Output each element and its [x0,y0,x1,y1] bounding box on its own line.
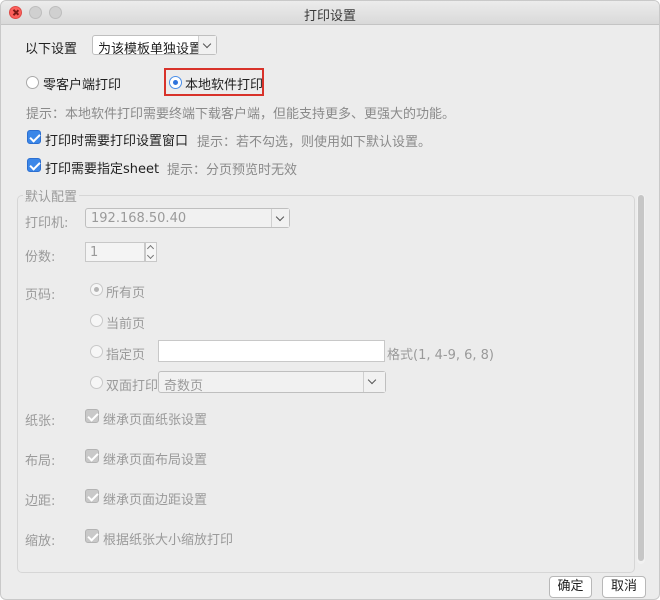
copies-label: 份数: [25,250,56,265]
window-title: 打印设置 [303,9,356,24]
duplex-select-value: 奇数页 [164,379,204,394]
print-settings-dialog: 打印设置 以下设置 为该模板单独设置 零客户端打印 本地软件打印 提示：本地软件… [0,0,660,600]
page-current-label: 当前页 [106,317,146,332]
page-current-radio[interactable] [90,314,103,327]
layout-inherit-checkbox[interactable] [85,449,99,463]
copies-stepper[interactable] [145,242,157,262]
duplex-select[interactable]: 奇数页 [158,371,386,394]
margin-inherit-checkbox[interactable] [85,489,99,503]
printer-label: 打印机: [25,216,69,231]
copies-value: 1 [90,245,99,260]
scope-label: 以下设置 [25,42,78,57]
local-software-radio[interactable] [169,76,182,89]
page-format-hint: 格式(1, 4-9, 6, 8) [387,348,494,363]
chevron-down-icon [198,36,216,54]
paper-label: 纸张: [25,414,56,429]
chevron-down-icon[interactable] [146,251,155,260]
chevron-down-icon [363,372,385,392]
margin-label: 边距: [25,494,56,509]
page-label: 页码: [25,288,56,303]
need-dialog-hint: 提示：若不勾选，则使用如下默认设置。 [197,135,432,150]
zoom-label: 缩放: [25,534,56,549]
need-sheet-checkbox[interactable] [27,158,41,172]
page-all-label: 所有页 [106,286,146,301]
duplex-radio[interactable] [90,376,103,389]
paper-inherit-checkbox[interactable] [85,409,99,423]
paper-inherit-label: 继承页面纸张设置 [103,413,208,428]
zero-client-label[interactable]: 零客户端打印 [43,74,121,93]
duplex-label: 双面打印 [106,379,159,394]
need-sheet-hint: 提示：分页预览时无效 [167,163,298,178]
default-config-legend: 默认配置 [23,186,80,205]
chevron-down-icon [271,209,289,227]
zoom-fit-label: 根据纸张大小缩放打印 [103,533,234,548]
cancel-button[interactable]: 取消 [602,576,646,598]
page-specified-radio[interactable] [90,345,103,358]
copies-input[interactable]: 1 [85,242,145,262]
margin-inherit-label: 继承页面边距设置 [103,493,208,508]
need-dialog-label[interactable]: 打印时需要打印设置窗口 [45,130,188,149]
scope-select-value: 为该模板单独设置 [98,42,203,57]
layout-label: 布局: [25,454,56,469]
printer-select-value: 192.168.50.40 [91,211,187,226]
page-all-radio[interactable] [90,283,103,296]
local-software-label[interactable]: 本地软件打印 [185,74,263,93]
page-specified-label: 指定页 [106,348,146,363]
page-range-input[interactable] [158,340,385,362]
need-dialog-checkbox[interactable] [27,130,41,144]
title-bar: 打印设置 [1,1,659,25]
scope-select[interactable]: 为该模板单独设置 [92,35,217,57]
zoom-fit-checkbox[interactable] [85,529,99,543]
printer-select[interactable]: 192.168.50.40 [85,208,290,228]
need-sheet-label[interactable]: 打印需要指定sheet [45,158,159,177]
ok-button[interactable]: 确定 [549,576,592,598]
layout-inherit-label: 继承页面布局设置 [103,453,208,468]
mode-hint: 提示：本地软件打印需要终端下载客户端，但能支持更多、更强大的功能。 [26,107,456,122]
zero-client-radio[interactable] [26,76,39,89]
scrollbar-thumb[interactable] [638,195,644,561]
